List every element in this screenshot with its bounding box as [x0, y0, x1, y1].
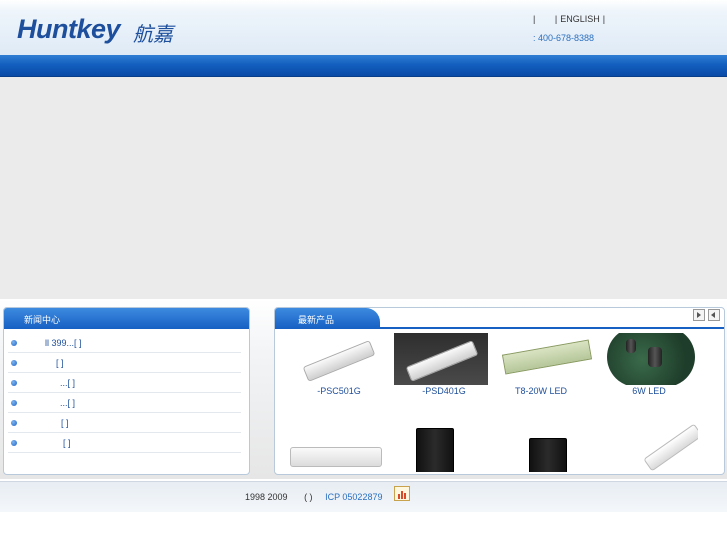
product-image-led-tube[interactable]	[499, 333, 593, 385]
news-item[interactable]: ...[ ]	[8, 393, 241, 413]
news-item-text[interactable]: ...[ ]	[60, 398, 75, 408]
separator: |	[533, 14, 536, 24]
product-image-power-strip-white[interactable]	[604, 420, 698, 472]
stat-bar	[401, 491, 403, 499]
product-image-power-strip-dark[interactable]	[394, 333, 488, 385]
news-item[interactable]: [ ]	[8, 353, 241, 373]
news-item[interactable]: [ ]	[8, 413, 241, 433]
top-links: | | ENGLISH |	[533, 14, 608, 24]
product-caption[interactable]: -PSC501G	[292, 386, 386, 396]
arrow-right-icon	[697, 312, 701, 318]
bullet-icon	[11, 340, 17, 346]
banner-area	[0, 77, 727, 299]
outlet-strip-shape	[290, 447, 382, 467]
news-item-text[interactable]: [ ]	[56, 358, 64, 368]
products-panel: 最新产品 -PSC501G -PSD401G T8-20W LED 6W LED	[274, 307, 725, 475]
stat-bar	[404, 493, 406, 499]
huntkey-logo[interactable]: Huntkey	[17, 14, 121, 45]
bullet-icon	[11, 360, 17, 366]
news-list: ll 399...[ ] [ ] ...[ ] ...[ ] [ ] [ ]	[4, 333, 249, 453]
english-link[interactable]: ENGLISH	[560, 14, 600, 24]
product-image-pc-case-2[interactable]	[499, 420, 593, 472]
pc-case-shape	[416, 428, 454, 472]
statistics-icon[interactable]	[394, 486, 410, 501]
pc-case-shape	[529, 438, 567, 472]
product-image-pc-case[interactable]	[394, 420, 488, 472]
power-strip-shape	[643, 423, 698, 472]
product-caption[interactable]: -PSD401G	[397, 386, 491, 396]
product-image-outlet-strip[interactable]	[275, 420, 387, 472]
hotline-phone: : 400-678-8388	[533, 33, 595, 43]
scroll-right-button[interactable]	[693, 309, 705, 321]
bullet-icon	[11, 420, 17, 426]
news-item[interactable]: ll 399...[ ]	[8, 333, 241, 353]
stat-bar	[398, 494, 400, 499]
news-item-text[interactable]: ...[ ]	[60, 378, 75, 388]
separator: |	[554, 14, 558, 24]
news-title[interactable]: 新闻中心	[24, 313, 60, 326]
news-item-text[interactable]: [ ]	[61, 418, 69, 428]
copyright-years: 1998 2009	[245, 492, 288, 502]
news-item-text[interactable]: ll 399...[ ]	[45, 338, 82, 348]
product-caption[interactable]: 6W LED	[602, 386, 696, 396]
news-panel: 新闻中心 ll 399...[ ] [ ] ...[ ] ...[ ] [ ] …	[3, 307, 250, 475]
icp-link[interactable]: ICP 05022879	[325, 492, 382, 502]
capacitor-shape	[626, 339, 636, 353]
site-header: Huntkey 航嘉 | | ENGLISH | : 400-678-8388	[0, 0, 727, 55]
product-image-power-strip[interactable]	[289, 333, 383, 385]
news-header: 新闻中心	[4, 308, 249, 329]
footer-paren: ( )	[304, 492, 313, 502]
scroll-left-button[interactable]	[708, 309, 720, 321]
power-strip-shape	[405, 340, 479, 382]
news-item[interactable]: [ ]	[8, 433, 241, 453]
logo-chinese-text: 航嘉	[133, 22, 173, 46]
arrow-left-icon	[711, 312, 715, 318]
led-board-shape	[501, 339, 593, 375]
product-image-led-driver[interactable]	[604, 333, 698, 385]
capacitor-shape	[648, 347, 662, 367]
power-strip-shape	[302, 340, 376, 382]
separator: |	[602, 14, 606, 24]
news-item[interactable]: ...[ ]	[8, 373, 241, 393]
bullet-icon	[11, 440, 17, 446]
main-nav-bar[interactable]	[0, 55, 727, 77]
bullet-icon	[11, 400, 17, 406]
product-caption[interactable]: T8-20W LED	[494, 386, 588, 396]
bullet-icon	[11, 380, 17, 386]
news-item-text[interactable]: [ ]	[63, 438, 71, 448]
footer-text: 1998 2009 ( ) ICP 05022879	[245, 492, 382, 502]
products-tab: 最新产品	[275, 308, 380, 329]
products-title[interactable]: 最新产品	[298, 313, 334, 326]
